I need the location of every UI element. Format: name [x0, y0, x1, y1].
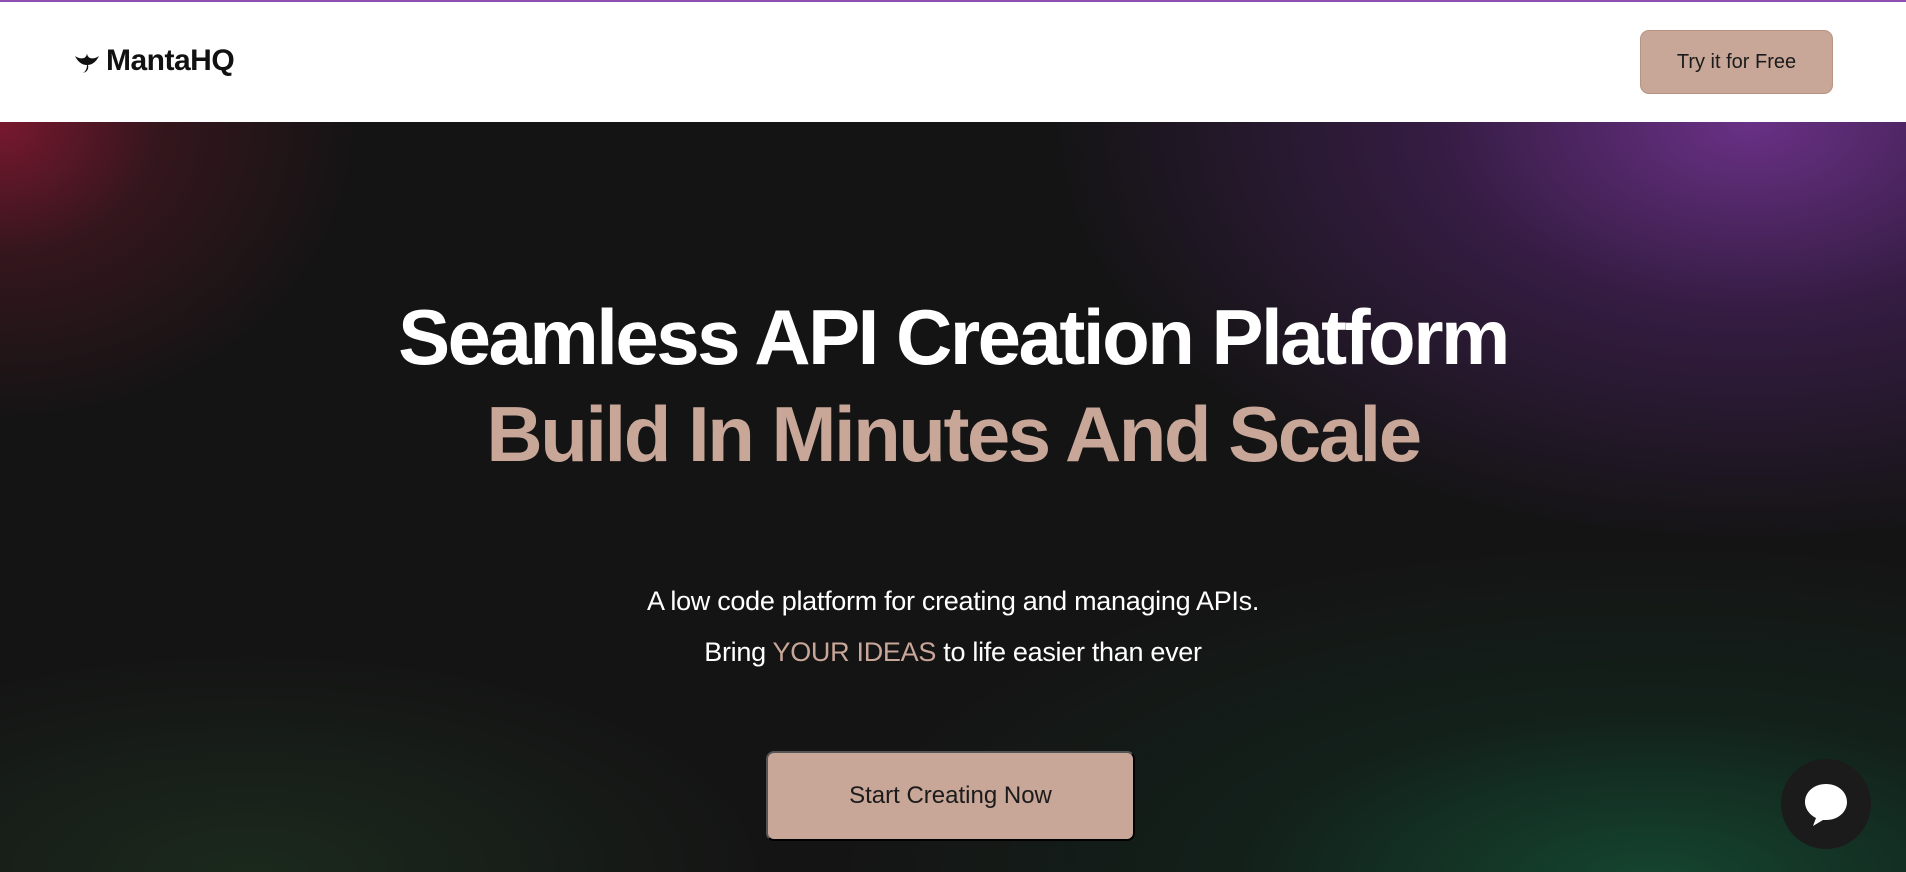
landing-page: MantaHQ Try it for Free Seamless API Cre…: [0, 0, 1906, 872]
subdescription-prefix: Bring: [704, 637, 773, 667]
try-for-free-button[interactable]: Try it for Free: [1640, 30, 1833, 94]
your-ideas-highlight: YOUR IDEAS: [772, 637, 937, 667]
brand-logo[interactable]: MantaHQ: [74, 44, 235, 77]
hero-description: A low code platform for creating and man…: [646, 586, 1260, 616]
chat-widget-button[interactable]: [1781, 759, 1871, 849]
hero-section: Seamless API Creation Platform Build In …: [0, 122, 1906, 872]
subdescription-suffix: to life easier than ever: [936, 637, 1202, 667]
chat-bubble-icon: [1805, 784, 1847, 826]
hero-headline: Seamless API Creation Platform: [398, 293, 1510, 381]
manta-ray-icon: [75, 53, 99, 73]
hero-subdescription: Bring YOUR IDEAS to life easier than eve…: [0, 636, 1906, 668]
start-creating-button[interactable]: Start Creating Now: [766, 751, 1135, 841]
hero-tagline: Build In Minutes And Scale: [486, 390, 1422, 478]
site-header: MantaHQ Try it for Free: [0, 2, 1906, 122]
brand-name: MantaHQ: [106, 44, 235, 77]
